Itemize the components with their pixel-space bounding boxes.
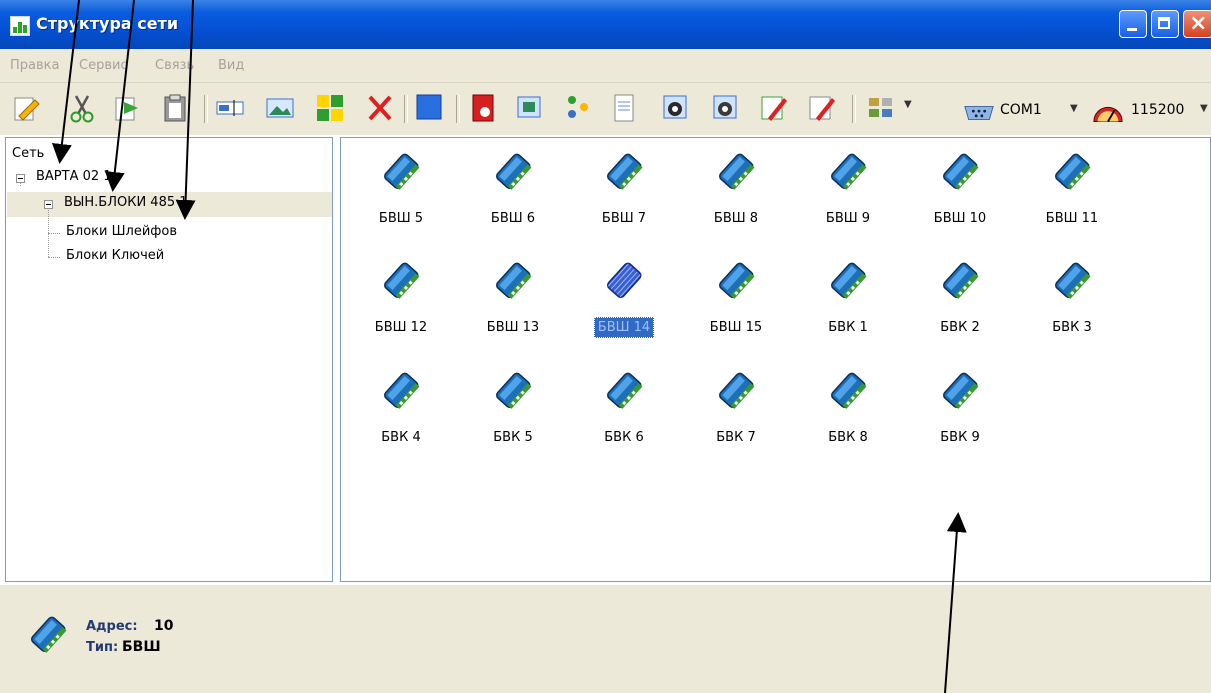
close-icon: × [1189, 11, 1208, 36]
tree-root[interactable]: Сеть [12, 146, 44, 161]
block-device-icon [940, 366, 982, 416]
port-selector[interactable]: COM1 [1000, 102, 1042, 118]
device-config-icon[interactable] [514, 92, 546, 124]
block-item[interactable]: БВШ 5 [356, 147, 446, 257]
block-device-icon [940, 147, 982, 197]
network-tree: Сеть ВАРТА 02 1 ВЫН.БЛОКИ 485 1 Блоки Шл… [5, 137, 333, 582]
block-device-icon [28, 610, 70, 660]
block-device-icon [716, 366, 758, 416]
block-item[interactable]: БВК 3 [1027, 256, 1117, 366]
speed-dropdown-icon[interactable]: ▼ [1200, 103, 1208, 114]
block-item[interactable]: БВШ 12 [356, 256, 446, 366]
tree-node-remote-blocks[interactable]: ВЫН.БЛОКИ 485 1 [64, 195, 188, 210]
block-device-icon [381, 366, 423, 416]
document-icon[interactable] [608, 92, 640, 124]
device-red-icon[interactable] [468, 92, 500, 124]
port-dropdown-icon[interactable]: ▼ [1070, 103, 1078, 114]
block-item[interactable]: БВК 8 [803, 366, 893, 476]
block-device-icon [493, 366, 535, 416]
menu-bar: Правка Сервис Связь Вид [0, 49, 1211, 83]
serial-port-icon [963, 97, 997, 121]
menu-connection[interactable]: Связь [155, 58, 194, 73]
block-device-icon [716, 256, 758, 306]
collapse-icon[interactable] [16, 174, 25, 183]
type-label: Тип: [86, 640, 119, 655]
blocks-view: БВШ 5 БВШ 6 БВШ 7 БВШ 8 БВШ 9 БВШ 10 БВШ… [340, 137, 1211, 582]
block-item[interactable]: БВК 2 [915, 256, 1005, 366]
address-label: Адрес: [86, 619, 138, 634]
block-device-icon [828, 366, 870, 416]
block-device-icon [604, 366, 646, 416]
collapse-icon[interactable] [44, 200, 53, 209]
block-device-icon [828, 147, 870, 197]
block-device-icon [604, 256, 646, 306]
image-icon[interactable] [264, 92, 296, 124]
maximize-button[interactable] [1151, 10, 1179, 38]
block-item[interactable]: БВШ 13 [468, 256, 558, 366]
menu-edit[interactable]: Правка [10, 58, 59, 73]
toolbar: ▼ COM1 ▼ 115200 ▼ [0, 83, 1211, 135]
details-panel: Адрес: 10 Тип: БВШ [0, 585, 1211, 693]
close-button[interactable]: × [1183, 10, 1211, 38]
block-item[interactable]: БВШ 6 [468, 147, 558, 257]
tree-node-key-blocks[interactable]: Блоки Ключей [66, 248, 164, 263]
type-value: БВШ [122, 639, 161, 655]
view-mode-dropdown-icon[interactable]: ▼ [904, 99, 912, 110]
tree-node-device[interactable]: ВАРТА 02 1 [36, 169, 112, 184]
block-item[interactable]: БВК 7 [691, 366, 781, 476]
select-all-icon[interactable] [314, 92, 346, 124]
block-device-icon [381, 147, 423, 197]
tree-node-loop-blocks[interactable]: Блоки Шлейфов [66, 224, 177, 239]
write-edit-icon[interactable] [806, 92, 838, 124]
network-tree-icon[interactable] [562, 92, 594, 124]
speedometer-icon [1092, 97, 1126, 122]
title-bar: Структура сети × [0, 0, 1211, 49]
block-device-icon [381, 256, 423, 306]
cut-icon[interactable] [66, 92, 98, 124]
app-icon [10, 16, 30, 36]
block-item-selected[interactable]: БВШ 14 [579, 256, 669, 366]
view-icon[interactable] [710, 92, 742, 124]
window-title: Структура сети [36, 14, 179, 33]
block-device-icon [493, 147, 535, 197]
speed-selector[interactable]: 115200 [1131, 102, 1184, 118]
block-item[interactable]: БВК 5 [468, 366, 558, 476]
menu-service[interactable]: Сервис [79, 58, 128, 73]
delete-icon[interactable] [364, 92, 396, 124]
block-item[interactable]: БВШ 15 [691, 256, 781, 366]
block-item[interactable]: БВШ 9 [803, 147, 893, 257]
block-item[interactable]: БВШ 11 [1027, 147, 1117, 257]
edit-icon[interactable] [10, 92, 42, 124]
block-device-icon [828, 256, 870, 306]
view-mode-icon[interactable] [866, 92, 898, 124]
block-item[interactable]: БВК 9 [915, 366, 1005, 476]
rename-icon[interactable] [214, 92, 246, 124]
block-item[interactable]: БВК 6 [579, 366, 669, 476]
write-icon[interactable] [758, 92, 790, 124]
address-value: 10 [154, 618, 174, 634]
copy-icon[interactable] [112, 92, 144, 124]
block-item[interactable]: БВК 1 [803, 256, 893, 366]
paste-icon[interactable] [160, 92, 192, 124]
block-device-icon [1052, 147, 1094, 197]
block-device-icon [716, 147, 758, 197]
block-device-icon [940, 256, 982, 306]
minimize-button[interactable] [1119, 10, 1147, 38]
block-device-icon [493, 256, 535, 306]
menu-view[interactable]: Вид [218, 58, 244, 73]
read-icon[interactable] [660, 92, 692, 124]
block-item[interactable]: БВК 4 [356, 366, 446, 476]
block-item[interactable]: БВШ 10 [915, 147, 1005, 257]
block-device-icon [604, 147, 646, 197]
frame-icon[interactable] [414, 92, 446, 124]
block-item[interactable]: БВШ 7 [579, 147, 669, 257]
block-item[interactable]: БВШ 8 [691, 147, 781, 257]
block-device-icon [1052, 256, 1094, 306]
